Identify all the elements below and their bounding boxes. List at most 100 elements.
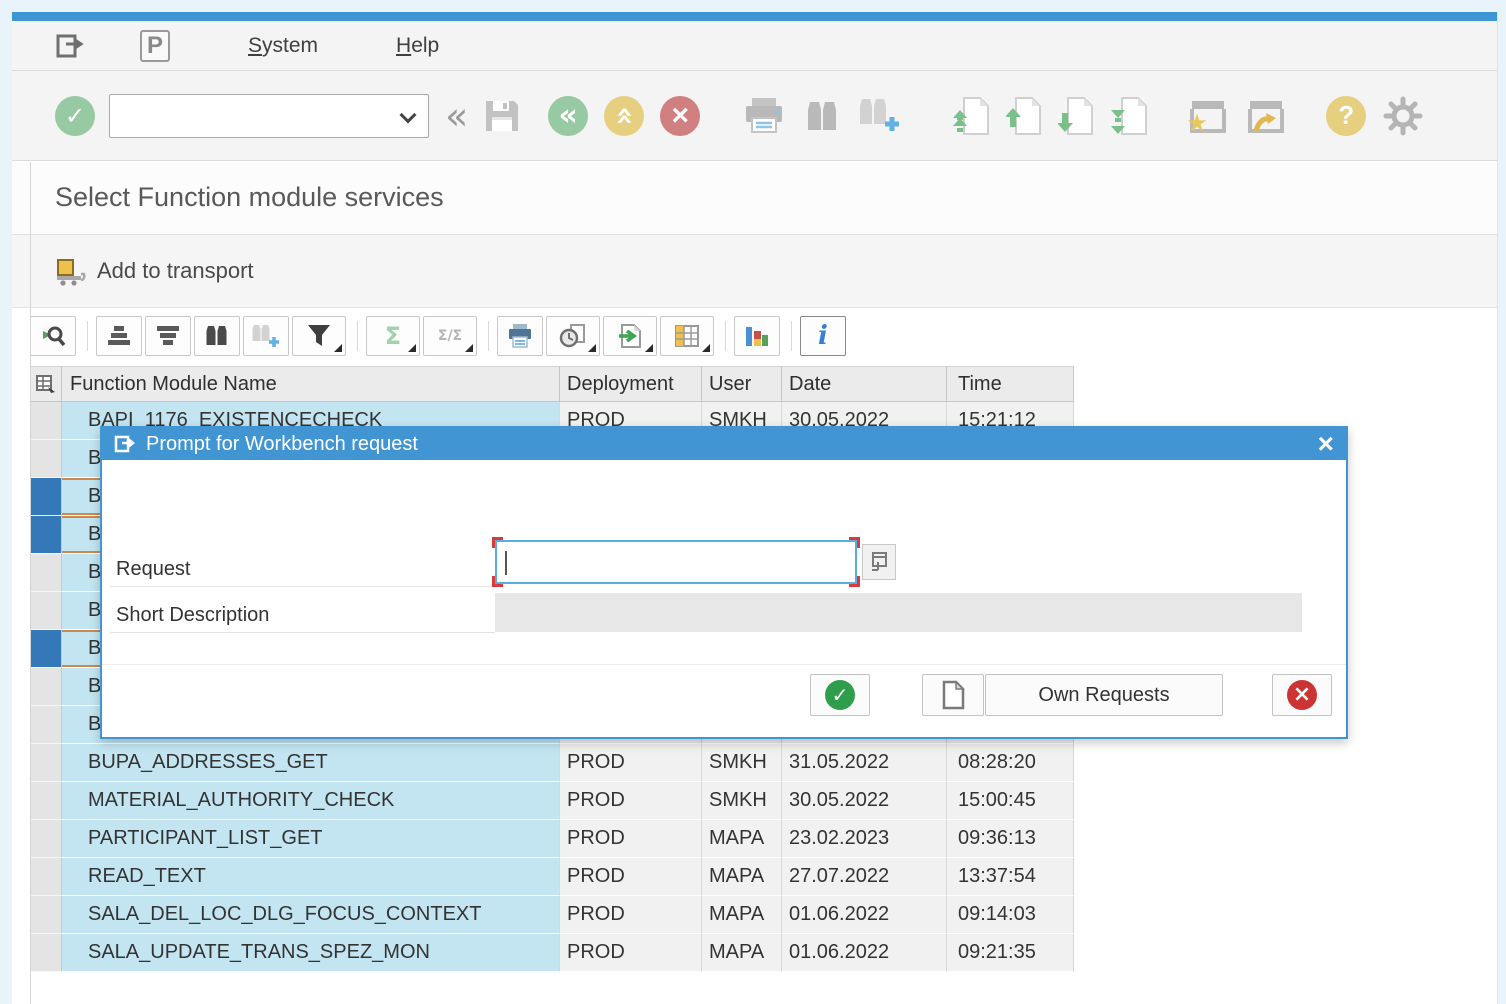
row-select-cell[interactable] bbox=[30, 896, 62, 934]
exit-icon[interactable]: « bbox=[604, 96, 644, 136]
find-next-icon[interactable] bbox=[856, 95, 904, 137]
required-marker bbox=[849, 537, 860, 548]
request-input[interactable] bbox=[495, 540, 857, 584]
continue-button[interactable]: ✓ bbox=[810, 674, 870, 716]
graphic-icon[interactable] bbox=[734, 316, 780, 356]
find-next-icon[interactable] bbox=[243, 316, 289, 356]
help-icon[interactable]: ? bbox=[1326, 96, 1366, 136]
cell-time: 13:37:54 bbox=[947, 858, 1074, 896]
dialog-title: Prompt for Workbench request bbox=[146, 433, 418, 456]
create-request-button[interactable] bbox=[922, 674, 984, 716]
cancel-icon[interactable]: × bbox=[660, 96, 700, 136]
command-field[interactable] bbox=[109, 94, 429, 138]
required-marker bbox=[492, 537, 503, 548]
row-select-cell[interactable] bbox=[30, 630, 62, 668]
row-select-cell[interactable] bbox=[30, 516, 62, 554]
save-icon[interactable] bbox=[482, 97, 522, 135]
table-row[interactable]: MATERIAL_AUTHORITY_CHECKPRODSMKH30.05.20… bbox=[30, 782, 1074, 820]
last-page-icon[interactable] bbox=[1110, 94, 1150, 138]
column-header-user[interactable]: User bbox=[702, 366, 782, 402]
new-session-icon[interactable]: ★ bbox=[1184, 95, 1228, 137]
cell-function-module-name: BUPA_ADDRESSES_GET bbox=[62, 744, 560, 782]
own-requests-button[interactable]: Own Requests bbox=[985, 674, 1223, 716]
cell-time: 09:36:13 bbox=[947, 820, 1074, 858]
row-select-cell[interactable] bbox=[30, 440, 62, 478]
collapse-command-field-icon[interactable]: « bbox=[445, 97, 468, 135]
table-row[interactable]: SALA_UPDATE_TRANS_SPEZ_MONPRODMAPA01.06.… bbox=[30, 934, 1074, 972]
column-header-deployment[interactable]: Deployment bbox=[560, 366, 702, 402]
page-title: Select Function module services bbox=[55, 182, 444, 213]
menu-help[interactable]: Help bbox=[396, 34, 439, 58]
table-row[interactable]: READ_TEXTPRODMAPA27.07.202213:37:54 bbox=[30, 858, 1074, 896]
generate-shortcut-icon[interactable] bbox=[1242, 95, 1286, 137]
cancel-button[interactable]: × bbox=[1272, 674, 1332, 716]
row-select-cell[interactable] bbox=[30, 858, 62, 896]
cell-deployment: PROD bbox=[560, 744, 702, 782]
print-icon[interactable] bbox=[497, 316, 543, 356]
find-icon[interactable] bbox=[194, 316, 240, 356]
row-select-cell[interactable] bbox=[30, 706, 62, 744]
dropdown-arrow-icon[interactable] bbox=[702, 344, 710, 352]
add-to-transport-button[interactable]: Add to transport bbox=[55, 255, 254, 287]
alv-grid-area: Σ Σ/Σ bbox=[12, 312, 1497, 360]
dropdown-arrow-icon[interactable] bbox=[465, 344, 473, 352]
dialog-title-bar[interactable]: Prompt for Workbench request × bbox=[102, 428, 1346, 460]
column-header-function-module-name[interactable]: Function Module Name bbox=[62, 366, 560, 402]
table-row[interactable]: SALA_DEL_LOC_DLG_FOCUS_CONTEXTPRODMAPA01… bbox=[30, 896, 1074, 934]
next-page-icon[interactable] bbox=[1058, 94, 1096, 138]
views-icon[interactable] bbox=[546, 316, 600, 356]
row-select-cell[interactable] bbox=[30, 478, 62, 516]
row-select-cell[interactable] bbox=[30, 782, 62, 820]
dropdown-arrow-icon[interactable] bbox=[588, 344, 596, 352]
row-select-cell[interactable] bbox=[30, 554, 62, 592]
table-row[interactable]: PARTICIPANT_LIST_GETPRODMAPA23.02.202309… bbox=[30, 820, 1074, 858]
row-select-cell[interactable] bbox=[30, 668, 62, 706]
menu-system[interactable]: System bbox=[248, 34, 318, 58]
row-select-cell[interactable] bbox=[30, 934, 62, 972]
table-row[interactable]: BUPA_ADDRESSES_GETPRODSMKH31.05.202208:2… bbox=[30, 744, 1074, 782]
choose-layout-icon[interactable] bbox=[660, 316, 714, 356]
info-icon[interactable]: i bbox=[800, 316, 846, 356]
cell-time: 15:00:45 bbox=[947, 782, 1074, 820]
content-frame-border bbox=[30, 162, 31, 1004]
separator bbox=[725, 321, 726, 351]
row-select-cell[interactable] bbox=[30, 744, 62, 782]
row-select-cell[interactable] bbox=[30, 592, 62, 630]
chevron-down-icon[interactable] bbox=[400, 106, 417, 123]
export-icon[interactable] bbox=[603, 316, 657, 356]
cell-deployment: PROD bbox=[560, 934, 702, 972]
dialog-window-icon bbox=[114, 433, 136, 455]
select-all-icon[interactable] bbox=[30, 366, 62, 402]
total-icon[interactable]: Σ bbox=[366, 316, 420, 356]
cell-time: 08:28:20 bbox=[947, 744, 1074, 782]
window-menu-icon[interactable] bbox=[55, 31, 85, 61]
back-icon[interactable]: « bbox=[548, 96, 588, 136]
cell-user: SMKH bbox=[702, 744, 782, 782]
column-header-date[interactable]: Date bbox=[782, 366, 947, 402]
cell-function-module-name: MATERIAL_AUTHORITY_CHECK bbox=[62, 782, 560, 820]
column-header-time[interactable]: Time bbox=[947, 366, 1074, 402]
dropdown-arrow-icon[interactable] bbox=[334, 344, 342, 352]
sort-descending-icon[interactable] bbox=[145, 316, 191, 356]
row-select-cell[interactable] bbox=[30, 820, 62, 858]
dropdown-arrow-icon[interactable] bbox=[408, 344, 416, 352]
value-help-icon[interactable] bbox=[862, 544, 896, 580]
cell-date: 23.02.2023 bbox=[782, 820, 947, 858]
cell-function-module-name: PARTICIPANT_LIST_GET bbox=[62, 820, 560, 858]
first-page-icon[interactable] bbox=[952, 94, 992, 138]
customize-layout-icon[interactable] bbox=[1382, 95, 1424, 137]
details-icon[interactable] bbox=[30, 316, 76, 356]
cell-deployment: PROD bbox=[560, 858, 702, 896]
text-cursor bbox=[505, 551, 507, 575]
find-icon[interactable] bbox=[802, 96, 842, 136]
subtotal-icon[interactable]: Σ/Σ bbox=[423, 316, 477, 356]
set-filter-icon[interactable] bbox=[292, 316, 346, 356]
short-description-label: Short Description bbox=[116, 604, 269, 627]
sort-ascending-icon[interactable] bbox=[96, 316, 142, 356]
enter-icon[interactable]: ✓ bbox=[55, 96, 95, 136]
print-icon[interactable] bbox=[742, 96, 786, 136]
dropdown-arrow-icon[interactable] bbox=[645, 344, 653, 352]
row-select-cell[interactable] bbox=[30, 402, 62, 440]
previous-page-icon[interactable] bbox=[1006, 94, 1044, 138]
close-icon[interactable]: × bbox=[1318, 428, 1334, 460]
